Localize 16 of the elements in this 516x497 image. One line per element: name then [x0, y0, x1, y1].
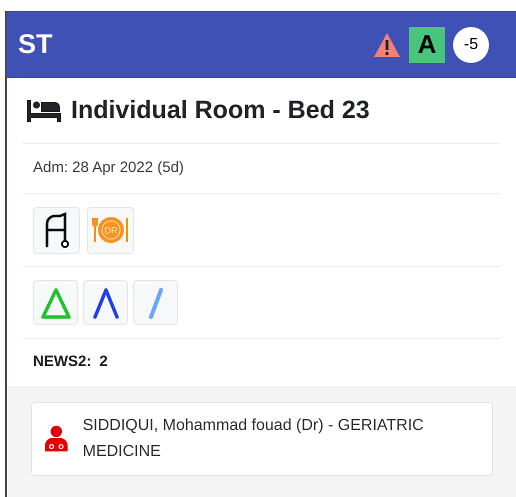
location-title: Individual Room - Bed 23 [71, 94, 370, 126]
warning-icon [373, 32, 401, 58]
diet-plate-icon: DR [87, 206, 134, 254]
walker-icon [33, 206, 80, 254]
slash-trend-icon [133, 280, 178, 325]
news2-score: 2 [99, 352, 108, 372]
bed-icon [27, 100, 61, 122]
status-badge: A [409, 26, 445, 62]
caret-up-icon [83, 280, 128, 325]
triangle-trend-icon [33, 280, 78, 325]
clinician-name: SIDDIQUI, Mohammad fouad (Dr) - GERIATRIC MEDICINE [82, 416, 425, 462]
patient-initials: ST [18, 28, 53, 62]
doctor-icon [44, 424, 69, 454]
news2-label: NEWS2: [33, 352, 92, 372]
admission-date: Adm: 28 Apr 2022 (5d) [33, 158, 184, 178]
score-badge: -5 [453, 26, 489, 62]
